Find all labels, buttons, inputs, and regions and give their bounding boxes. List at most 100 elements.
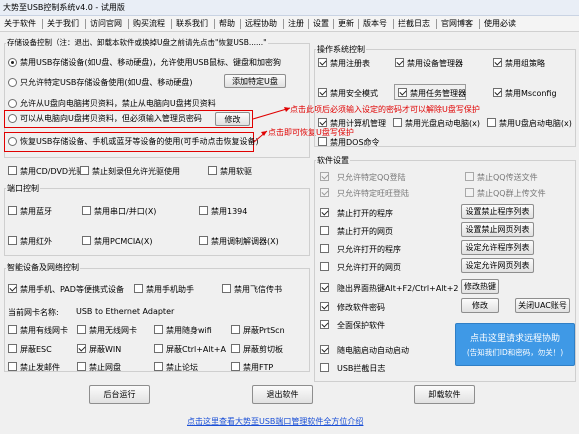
set-blocked-webpages-button[interactable]: 设置禁止网页列表 [461,222,534,237]
modify-hotkey-button[interactable]: 修改热键 [461,279,499,294]
checkbox-block-qq-group-upload[interactable] [465,188,474,197]
background-run-button[interactable]: 后台运行 [89,385,150,404]
checkbox-disable-device-manager[interactable] [395,58,404,67]
cd-label: 禁止刻录但允许光驱使用 [92,167,180,176]
checkbox-block-clipboard[interactable] [231,344,240,353]
checkbox-usb-log[interactable] [320,363,329,372]
exit-software-button[interactable]: 退出软件 [252,385,313,404]
cd-label: 禁用软驱 [220,167,252,176]
os-label: 禁用计算机管理 [330,119,386,128]
port-label: 禁用蓝牙 [20,207,52,216]
uninstall-software-button[interactable]: 卸载软件 [414,385,475,404]
checkbox-disable-task-manager[interactable] [398,88,407,97]
checkbox-autostart[interactable] [320,345,329,354]
net-label: 禁用随身wifi [166,326,212,335]
checkbox-allow-programs[interactable] [320,244,329,253]
software-label: 隐出界面热键Alt+F2/Ctrl+Alt+2 [337,284,459,293]
software-label: 禁止打开的程序 [337,209,393,218]
checkbox-disable-ftp[interactable] [231,362,240,371]
checkbox-disable-burn[interactable] [80,166,89,175]
remote-assist-button[interactable]: 点击这里请求远程协助 (告知我们ID和密码，勿关！) [455,323,575,366]
os-label: 禁用设备管理器 [407,59,463,68]
checkbox-full-protect[interactable] [320,320,329,329]
nic-name-value: USB to Ethernet Adapter [76,307,175,316]
checkbox-disable-phone-assistant[interactable] [134,284,143,293]
checkbox-disable-bluetooth[interactable] [8,206,17,215]
checkbox-disable-registry[interactable] [318,58,327,67]
software-label: 只允许打开的程序 [337,245,401,254]
set-allowed-programs-button[interactable]: 设定允许程序列表 [461,240,534,255]
software-label: 只允许特定旺旺登陆 [337,189,409,198]
smart-label: 禁用手机助手 [146,285,194,294]
port-label: 禁用调制解调器(X) [211,237,279,246]
checkbox-block-win[interactable] [77,344,86,353]
software-label: 全面保护软件 [337,321,385,330]
checkbox-disable-pcmcia[interactable] [82,236,91,245]
os-label: 禁用注册表 [330,59,370,68]
smart-label: 禁用手机、PAD等便携式设备 [20,285,124,294]
software-label: 只允许特定QQ登陆 [337,173,406,182]
net-label: 屏蔽WIN [89,345,122,354]
checkbox-allow-specific-qq[interactable] [320,172,329,181]
checkbox-block-ctrl-alt-a[interactable] [154,344,163,353]
software-label: USB拦截日志 [337,364,386,373]
os-label: 禁用安全模式 [330,89,378,98]
port-header: 端口控制 [6,183,40,194]
checkbox-allow-specific-wangwang[interactable] [320,188,329,197]
checkbox-disable-dos[interactable] [318,137,327,146]
checkbox-disable-modem[interactable] [199,236,208,245]
software-label: 修改软件密码 [337,303,385,312]
checkbox-block-webpages[interactable] [320,226,329,235]
os-label: 禁用光盘启动电脑(x) [405,119,480,128]
os-header: 操作系统控制 [316,44,366,55]
checkbox-disable-1394[interactable] [199,206,208,215]
checkbox-disable-wireless-nic[interactable] [77,325,86,334]
checkbox-disable-usb-boot[interactable] [487,118,496,127]
footer-intro-link[interactable]: 点击这里查看大势至USB端口管理软件全方位介绍 [187,416,363,427]
checkbox-block-prtscn[interactable] [231,325,240,334]
smart-label: 禁用飞信传书 [234,285,282,294]
checkbox-disable-cd-boot[interactable] [393,118,402,127]
modify-software-password-button[interactable]: 修改 [461,298,499,313]
net-label: 禁用有线网卡 [20,326,68,335]
remote-assist-title: 点击这里请求远程协助 [469,334,560,344]
checkbox-disable-infrared[interactable] [8,236,17,245]
software-header: 软件设置 [316,155,350,166]
software-label: 禁止QQ传送文件 [477,173,538,182]
net-label: 屏蔽剪切板 [243,345,283,354]
port-label: 禁用PCMCIA(X) [94,237,153,246]
checkbox-modify-password[interactable] [320,302,329,311]
checkbox-disable-group-policy[interactable] [493,58,502,67]
checkbox-disable-cd[interactable] [8,166,17,175]
checkbox-block-qq-file[interactable] [465,172,474,181]
net-label: 屏蔽Ctrl+Alt+A [166,345,226,354]
checkbox-disable-safe-mode[interactable] [318,88,327,97]
checkbox-allow-webpages[interactable] [320,262,329,271]
checkbox-disable-portable-wifi[interactable] [154,325,163,334]
checkbox-disable-floppy[interactable] [208,166,217,175]
close-uac-button[interactable]: 关闭UAC账号 [515,298,570,313]
os-label: 禁用任务管理器 [410,89,466,98]
checkbox-disable-serial[interactable] [82,206,91,215]
net-label: 禁止发邮件 [20,363,60,372]
net-label: 禁用FTP [243,363,274,372]
checkbox-block-email[interactable] [8,362,17,371]
software-label: 随电脑启动自动启动 [337,346,409,355]
checkbox-block-programs[interactable] [320,208,329,217]
os-label: 禁用Msconfig [505,89,557,98]
set-allowed-webpages-button[interactable]: 设定允许网页列表 [461,258,534,273]
smart-header: 智能设备及网络控制 [6,262,80,273]
os-label: 禁用DOS命令 [330,138,380,147]
checkbox-block-esc[interactable] [8,344,17,353]
checkbox-disable-feixin[interactable] [222,284,231,293]
checkbox-disable-msconfig[interactable] [493,88,502,97]
checkbox-disable-phone-pad[interactable] [8,284,17,293]
remote-assist-subtitle: (告知我们ID和密码，勿关！) [466,348,564,357]
checkbox-disable-computer-management[interactable] [318,118,327,127]
checkbox-hide-hotkey[interactable] [320,283,329,292]
set-blocked-programs-button[interactable]: 设置禁止程序列表 [461,204,534,219]
checkbox-block-forum[interactable] [154,362,163,371]
checkbox-block-netdisk[interactable] [77,362,86,371]
checkbox-disable-wired-nic[interactable] [8,325,17,334]
software-label: 禁止QQ群上传文件 [477,189,546,198]
